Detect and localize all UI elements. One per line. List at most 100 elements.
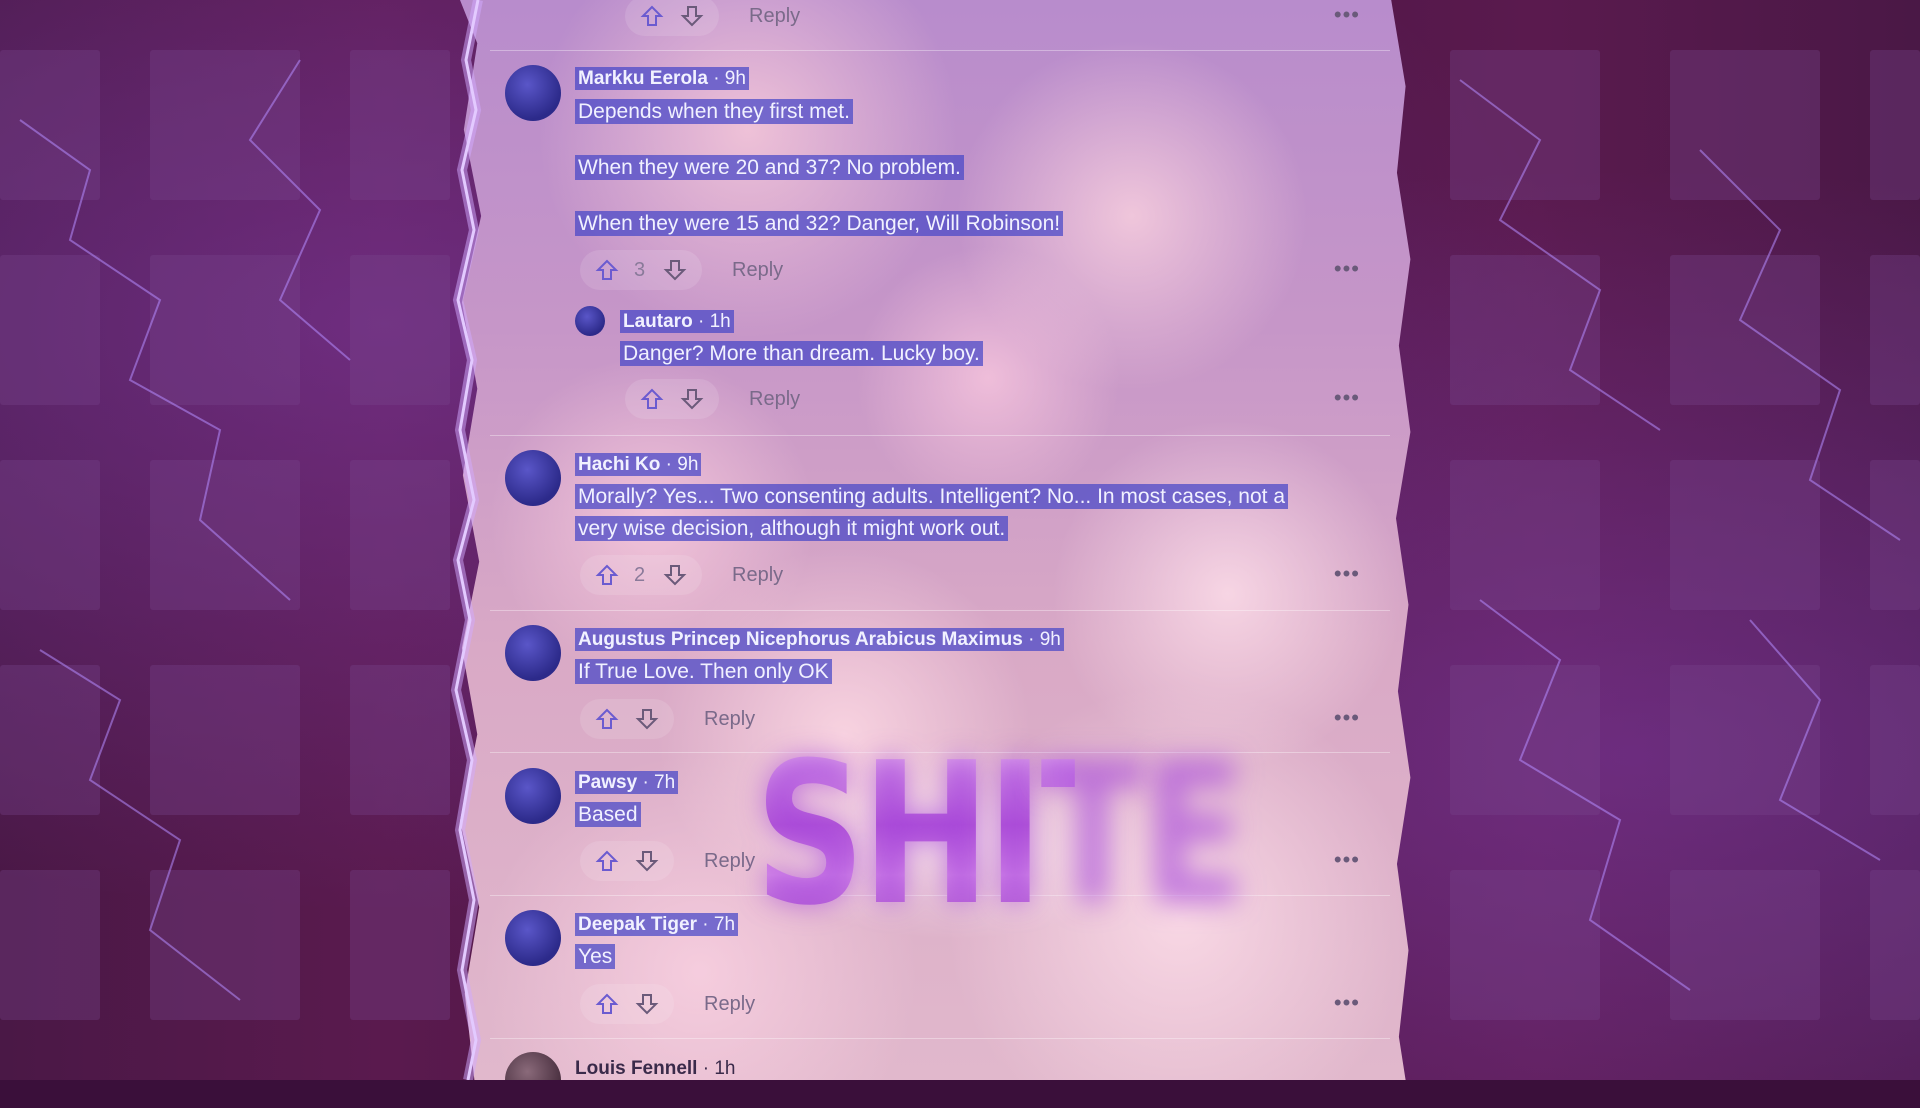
reply-button[interactable]: Reply <box>749 388 800 411</box>
upvote-icon[interactable] <box>639 3 665 29</box>
vote-count: 2 <box>634 563 646 586</box>
avatar[interactable] <box>505 910 561 966</box>
comment-actions: Reply <box>625 379 800 419</box>
downvote-icon[interactable] <box>634 706 660 732</box>
more-options-icon[interactable]: ••• <box>1334 990 1360 1016</box>
more-options-icon[interactable]: ••• <box>1334 705 1360 731</box>
vote-controls <box>625 0 719 36</box>
username[interactable]: Markku Eerola <box>578 68 708 89</box>
divider <box>490 1038 1390 1039</box>
comment-body: Based <box>575 799 641 831</box>
downvote-icon[interactable] <box>634 991 660 1017</box>
username[interactable]: Lautaro <box>623 311 693 332</box>
vote-controls <box>580 841 674 881</box>
divider <box>490 610 1390 611</box>
downvote-icon[interactable] <box>634 848 660 874</box>
vein <box>39 649 241 1001</box>
comment-line: Depends when they first met. <box>575 99 853 124</box>
avatar[interactable] <box>575 306 605 336</box>
username[interactable]: Augustus Princep Nicephorus Arabicus Max… <box>578 629 1023 650</box>
divider <box>490 435 1390 436</box>
vote-controls <box>625 379 719 419</box>
comment-meta: Pawsy · 7h <box>575 771 679 794</box>
upvote-icon[interactable] <box>594 991 620 1017</box>
more-options-icon[interactable]: ••• <box>1334 561 1360 587</box>
comment-body: Yes <box>575 941 616 973</box>
upvote-icon[interactable] <box>594 562 620 588</box>
reply-button[interactable]: Reply <box>732 259 783 282</box>
username[interactable]: Louis Fennell <box>575 1058 697 1079</box>
username[interactable]: Pawsy <box>578 772 637 793</box>
more-options-icon[interactable]: ••• <box>1334 2 1360 28</box>
username[interactable]: Hachi Ko <box>578 454 660 475</box>
vote-controls: 2 <box>580 555 702 595</box>
comment-meta: Louis Fennell · 1h <box>575 1058 735 1080</box>
timestamp: · 7h <box>702 914 736 935</box>
comment-actions: Reply <box>625 0 800 36</box>
comment-body: If True Love. Then only OK <box>575 656 832 688</box>
comment-body: Morally? Yes... Two consenting adults. I… <box>575 481 1365 545</box>
downvote-icon[interactable] <box>662 562 688 588</box>
comment-line: Morally? Yes... Two consenting adults. I… <box>575 484 1289 509</box>
vote-controls <box>580 699 674 739</box>
comment-body: Danger? More than dream. Lucky boy. <box>620 338 983 370</box>
vein <box>248 59 351 361</box>
more-options-icon[interactable]: ••• <box>1334 256 1360 282</box>
comment-body: Depends when they first met. When they w… <box>575 96 1064 240</box>
vein <box>1699 149 1901 541</box>
vein <box>19 119 291 601</box>
comment-line: Yes <box>575 944 616 969</box>
comment-line: If True Love. Then only OK <box>575 659 832 684</box>
avatar[interactable] <box>505 768 561 824</box>
vote-count: 3 <box>634 258 646 281</box>
comment-line: When they were 15 and 32? Danger, Will R… <box>575 211 1064 236</box>
timestamp: · 9h <box>665 454 699 475</box>
comment-meta: Hachi Ko · 9h <box>575 453 702 476</box>
comment-actions: Reply <box>580 699 755 739</box>
downvote-icon[interactable] <box>662 257 688 283</box>
timestamp: · 7h <box>642 772 676 793</box>
overlay-caption: SHITE <box>755 721 1246 949</box>
upvote-icon[interactable] <box>594 706 620 732</box>
reply-button[interactable]: Reply <box>704 993 755 1016</box>
comment-actions: 2 Reply <box>580 555 783 595</box>
downvote-icon[interactable] <box>679 3 705 29</box>
comment-actions: Reply <box>580 984 755 1024</box>
divider <box>490 50 1390 51</box>
upvote-icon[interactable] <box>639 386 665 412</box>
lightning-edge <box>450 0 483 1080</box>
comment-meta: Markku Eerola · 9h <box>575 67 749 90</box>
lightning-glow <box>450 0 483 1080</box>
comment-line: Danger? More than dream. Lucky boy. <box>620 341 983 366</box>
avatar[interactable] <box>505 625 561 681</box>
reply-button[interactable]: Reply <box>749 5 800 28</box>
comment-actions: 3 Reply <box>580 250 783 290</box>
vote-controls: 3 <box>580 250 702 290</box>
comment-line: Based <box>575 802 641 827</box>
reply-button[interactable]: Reply <box>732 564 783 587</box>
comment-meta: Lautaro · 1h <box>620 310 734 333</box>
username[interactable]: Deepak Tiger <box>578 914 697 935</box>
avatar[interactable] <box>505 1052 561 1080</box>
more-options-icon[interactable]: ••• <box>1334 847 1360 873</box>
avatar[interactable] <box>505 450 561 506</box>
comment-line: When they were 20 and 37? No problem. <box>575 155 964 180</box>
timestamp: · 9h <box>1028 629 1061 650</box>
reply-button[interactable]: Reply <box>704 708 755 731</box>
upvote-icon[interactable] <box>594 257 620 283</box>
upvote-icon[interactable] <box>594 848 620 874</box>
downvote-icon[interactable] <box>679 386 705 412</box>
timestamp: · 1h <box>697 311 731 332</box>
vote-controls <box>580 984 674 1024</box>
vein <box>1479 599 1691 991</box>
comment-meta: Deepak Tiger · 7h <box>575 913 739 936</box>
avatar[interactable] <box>505 65 561 121</box>
vein <box>1749 619 1881 861</box>
more-options-icon[interactable]: ••• <box>1334 385 1360 411</box>
timestamp: · 9h <box>713 68 746 89</box>
vein <box>1459 79 1661 431</box>
comment-meta: Augustus Princep Nicephorus Arabicus Max… <box>575 628 1064 651</box>
comment-line: very wise decision, although it might wo… <box>575 516 1009 541</box>
comment-actions: Reply <box>580 841 755 881</box>
timestamp: · 1h <box>702 1058 736 1079</box>
